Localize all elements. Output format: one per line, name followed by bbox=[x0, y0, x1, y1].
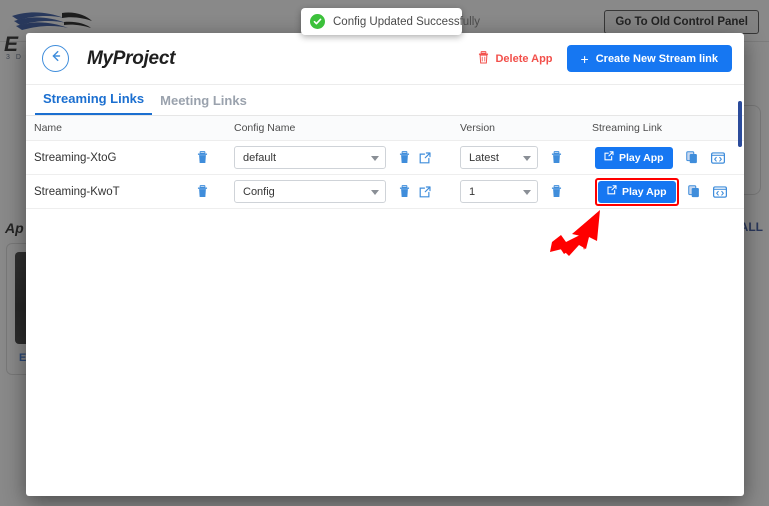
config-name-select[interactable]: default bbox=[234, 146, 386, 169]
edit-square-icon[interactable] bbox=[419, 186, 431, 198]
trash-icon bbox=[478, 51, 489, 67]
external-link-icon bbox=[604, 151, 614, 164]
column-header-streaming-link: Streaming Link bbox=[592, 122, 744, 134]
play-app-highlight-box: Play App bbox=[595, 178, 679, 206]
trash-icon[interactable] bbox=[399, 185, 410, 198]
column-header-config-name: Config Name bbox=[234, 122, 460, 134]
config-name-value: default bbox=[243, 152, 276, 164]
chevron-down-icon bbox=[523, 190, 531, 195]
table-header-row: Name Config Name Version Streaming Link bbox=[26, 116, 744, 141]
delete-app-button[interactable]: Delete App bbox=[478, 51, 552, 67]
toast-message: Config Updated Successfully bbox=[333, 16, 480, 28]
stream-name-label: Streaming-XtoG bbox=[34, 152, 116, 164]
trash-icon[interactable] bbox=[551, 151, 562, 164]
column-header-version: Version bbox=[460, 122, 592, 134]
play-app-label: Play App bbox=[619, 152, 664, 164]
modal-scrollbar[interactable] bbox=[738, 101, 742, 147]
cell-version: Latest bbox=[460, 146, 592, 169]
play-app-wrapper: Play App bbox=[595, 147, 673, 169]
config-name-value: Config bbox=[243, 186, 275, 198]
table-row: Streaming-KwoT Config bbox=[26, 175, 744, 209]
version-select[interactable]: 1 bbox=[460, 180, 538, 203]
modal-header-actions: Delete App + Create New Stream link bbox=[478, 45, 732, 72]
project-modal: MyProject Delete App + Create New Stream… bbox=[26, 33, 744, 496]
table-row: Streaming-XtoG default bbox=[26, 141, 744, 175]
chevron-down-icon bbox=[371, 190, 379, 195]
embed-code-icon[interactable] bbox=[711, 152, 725, 164]
copy-icon[interactable] bbox=[686, 151, 698, 164]
copy-icon[interactable] bbox=[688, 185, 700, 198]
column-header-name: Name bbox=[34, 122, 234, 134]
embed-code-icon[interactable] bbox=[713, 186, 727, 198]
chevron-down-icon bbox=[523, 156, 531, 161]
create-new-stream-link-button[interactable]: + Create New Stream link bbox=[567, 45, 732, 72]
trash-icon[interactable] bbox=[197, 185, 234, 198]
chevron-down-icon bbox=[371, 156, 379, 161]
tabs-bar: Streaming Links Meeting Links bbox=[26, 85, 744, 116]
cell-config-name: Config bbox=[234, 180, 460, 203]
plus-icon: + bbox=[581, 52, 589, 66]
arrow-left-icon bbox=[49, 49, 63, 68]
play-app-button[interactable]: Play App bbox=[595, 147, 673, 169]
cell-name: Streaming-XtoG bbox=[34, 151, 234, 164]
trash-icon[interactable] bbox=[399, 151, 410, 164]
back-button[interactable] bbox=[42, 45, 69, 72]
cell-version: 1 bbox=[460, 180, 592, 203]
version-value: Latest bbox=[469, 152, 499, 164]
edit-square-icon[interactable] bbox=[419, 152, 431, 164]
tab-streaming-links[interactable]: Streaming Links bbox=[35, 91, 152, 115]
stream-name-label: Streaming-KwoT bbox=[34, 186, 120, 198]
play-app-button[interactable]: Play App bbox=[598, 181, 676, 203]
config-name-select[interactable]: Config bbox=[234, 180, 386, 203]
play-app-label: Play App bbox=[622, 186, 667, 198]
cell-streaming-link: Play App bbox=[592, 147, 744, 169]
trash-icon[interactable] bbox=[551, 185, 562, 198]
modal-header: MyProject Delete App + Create New Stream… bbox=[26, 33, 744, 85]
cell-name: Streaming-KwoT bbox=[34, 185, 234, 198]
delete-app-label: Delete App bbox=[495, 53, 552, 65]
create-button-label: Create New Stream link bbox=[596, 53, 718, 65]
cell-streaming-link: Play App bbox=[592, 178, 744, 206]
version-select[interactable]: Latest bbox=[460, 146, 538, 169]
cell-config-name: default bbox=[234, 146, 460, 169]
page-title: MyProject bbox=[87, 48, 175, 70]
trash-icon[interactable] bbox=[197, 151, 234, 164]
streaming-links-table: Name Config Name Version Streaming Link … bbox=[26, 116, 744, 209]
version-value: 1 bbox=[469, 186, 475, 198]
success-check-icon bbox=[310, 14, 325, 29]
toast-notification: Config Updated Successfully bbox=[301, 8, 462, 35]
external-link-icon bbox=[607, 185, 617, 198]
tab-meeting-links[interactable]: Meeting Links bbox=[152, 93, 255, 115]
